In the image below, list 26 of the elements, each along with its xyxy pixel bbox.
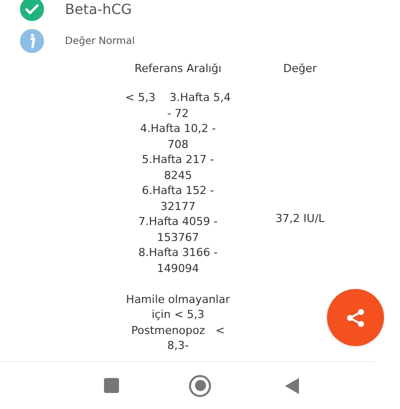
reference-line: için < 5,3 [152, 307, 204, 322]
share-button[interactable] [327, 289, 384, 346]
test-title: Beta-hCG [65, 0, 132, 20]
info-icon [20, 29, 44, 53]
reference-line: 5.Hafta 217 - [142, 152, 214, 168]
status-text: Değer Normal [65, 34, 135, 48]
back-button[interactable] [285, 376, 301, 394]
reference-line: 32177 [160, 198, 196, 214]
reference-line: 8,3- [167, 338, 189, 354]
reference-line: 8.Hafta 3166 - [138, 245, 218, 260]
reference-line: 149094 [157, 260, 199, 276]
reference-line: 153767 [157, 230, 199, 245]
back-triangle-icon [285, 378, 299, 394]
reference-line: Postmenopoz < [131, 322, 225, 338]
reference-line: Hamile olmayanlar [126, 292, 230, 307]
reference-line: < 5,3 3.Hafta 5,4 [125, 90, 231, 106]
reference-line: 8245 [164, 168, 192, 183]
column-header: Değer [283, 61, 317, 77]
value-cell: 37,2 IU/L [275, 211, 325, 226]
reference-line: 4.Hafta 10,2 - [140, 121, 216, 136]
reference-line: 6.Hafta 152 - [142, 183, 214, 198]
reference-line: 708 [168, 136, 188, 152]
column-header: Referans Aralığı [134, 61, 222, 77]
reference-line: 7.Hafta 4059 - [138, 214, 218, 230]
home-button[interactable] [189, 374, 211, 396]
reference-line: - 72 [167, 106, 189, 121]
